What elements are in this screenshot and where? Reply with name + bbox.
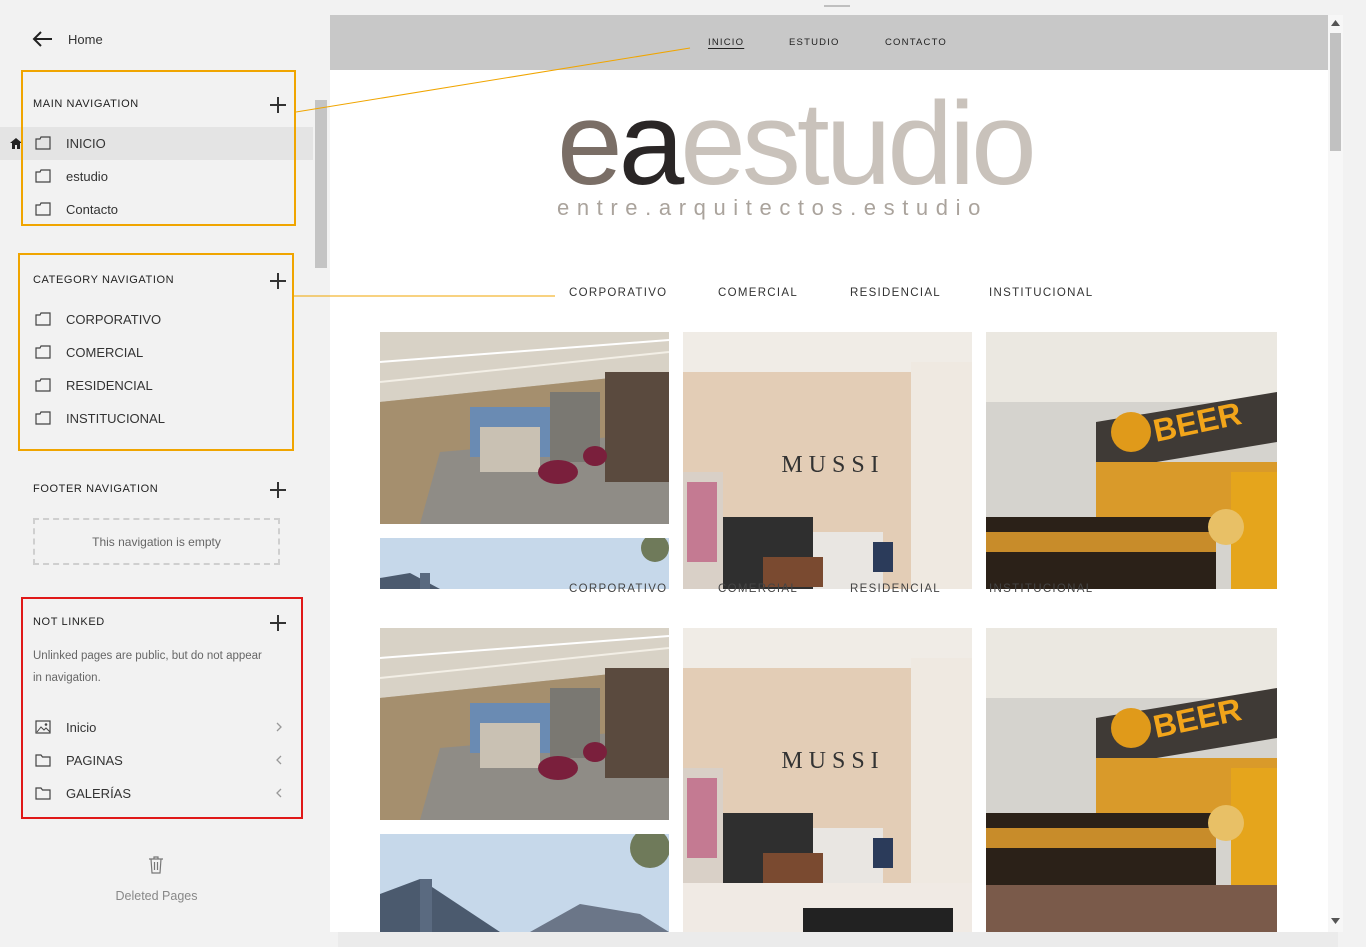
add-category-navigation-button[interactable] — [269, 272, 287, 290]
nav-item-galerias[interactable]: GALERÍAS — [0, 777, 313, 810]
drag-handle[interactable] — [824, 5, 850, 7]
add-footer-navigation-button[interactable] — [269, 481, 287, 499]
nav-item-institucional[interactable]: INSTITUCIONAL — [0, 402, 313, 435]
site-nav-contacto[interactable]: CONTACTO — [885, 37, 947, 48]
photo-beer-bar[interactable]: BEER — [986, 628, 1277, 932]
page-icon — [35, 345, 51, 359]
preview-scrollbar-thumb[interactable] — [1330, 33, 1341, 151]
nav-item-corporativo[interactable]: CORPORATIVO — [0, 303, 313, 336]
nav-item-paginas[interactable]: PAGINAS — [0, 744, 313, 777]
home-icon — [10, 138, 22, 149]
site-nav-estudio[interactable]: ESTUDIO — [789, 37, 840, 48]
main-navigation-title: MAIN NAVIGATION — [33, 98, 139, 110]
nav-item-label: INSTITUCIONAL — [66, 411, 165, 426]
scroll-up-icon[interactable] — [1331, 20, 1340, 26]
arrow-left-icon — [32, 31, 52, 47]
footer-navigation-title: FOOTER NAVIGATION — [33, 483, 159, 495]
add-main-navigation-button[interactable] — [269, 96, 287, 114]
nav-item-label: COMERCIAL — [66, 345, 144, 360]
category-link-institucional[interactable]: INSTITUCIONAL — [989, 287, 1093, 299]
logo-light-text: estudio — [680, 85, 1033, 210]
not-linked-title: NOT LINKED — [33, 616, 105, 628]
page-icon — [35, 169, 51, 183]
not-linked-description: Unlinked pages are public, but do not ap… — [33, 650, 262, 684]
nav-item-estudio[interactable]: estudio — [0, 160, 313, 193]
nav-item-label: PAGINAS — [66, 753, 123, 768]
panel-scrollbar[interactable] — [315, 100, 327, 268]
preview-bottom-bar — [338, 932, 1338, 947]
footer-navigation-empty: This navigation is empty — [33, 518, 280, 565]
nav-item-label: GALERÍAS — [66, 786, 132, 801]
logo-letter-e: e — [557, 85, 619, 210]
nav-item-residencial[interactable]: RESIDENCIAL — [0, 369, 313, 402]
add-not-linked-button[interactable] — [269, 614, 287, 632]
site-header: INICIO ESTUDIO CONTACTO — [330, 15, 1328, 70]
photo-beer-bar[interactable]: BEER — [986, 332, 1277, 589]
nav-item-label: CORPORATIVO — [66, 312, 162, 327]
mussi-sign: MUSSI — [781, 748, 884, 774]
preview-scrollbar[interactable] — [1328, 15, 1343, 932]
page-icon — [35, 136, 51, 150]
site-logo: eaestudio entre.arquitectos.estudio — [557, 85, 1037, 220]
scroll-down-icon[interactable] — [1331, 918, 1340, 924]
chevron-right-icon — [276, 722, 282, 732]
logo-letter-a: a — [619, 85, 685, 210]
nav-item-comercial[interactable]: COMERCIAL — [0, 336, 313, 369]
overlay-category-residencial: RESIDENCIAL — [850, 583, 941, 595]
nav-item-label: Contacto — [66, 202, 119, 217]
site-nav-inicio[interactable]: INICIO — [708, 37, 744, 48]
nav-item-label: estudio — [66, 169, 108, 184]
photo-building-sky[interactable] — [380, 834, 669, 932]
deleted-pages-link[interactable]: Deleted Pages — [0, 889, 313, 903]
nav-item-inicio-gallery[interactable]: Inicio — [0, 711, 313, 744]
folder-icon — [35, 754, 51, 767]
photo-corporate-office[interactable] — [380, 628, 669, 820]
overlay-category-corporativo: CORPORATIVO — [569, 583, 668, 595]
trash-icon[interactable] — [148, 855, 164, 875]
page-icon — [35, 378, 51, 392]
pages-panel: Home MAIN NAVIGATION INICIO estudio Cont… — [0, 0, 330, 947]
page-icon — [35, 411, 51, 425]
logo-dark-text: eaestudio — [557, 85, 1033, 210]
category-link-corporativo[interactable]: CORPORATIVO — [569, 287, 667, 299]
nav-item-label: INICIO — [66, 136, 106, 151]
mussi-sign: MUSSI — [781, 452, 884, 478]
overlay-category-institucional: INSTITUCIONAL — [989, 583, 1094, 595]
site-preview: INICIO ESTUDIO CONTACTO eaestudio entre.… — [330, 15, 1328, 932]
category-navigation-title: CATEGORY NAVIGATION — [33, 274, 175, 286]
category-link-comercial[interactable]: COMERCIAL — [718, 287, 798, 299]
nav-item-inicio[interactable]: INICIO — [0, 127, 313, 160]
photo-mussi-store[interactable]: MUSSI — [683, 332, 972, 589]
empty-navigation-text: This navigation is empty — [92, 534, 221, 549]
logo-tagline: entre.arquitectos.estudio — [557, 195, 988, 220]
back-home-button[interactable]: Home — [32, 28, 103, 50]
gallery-page-icon — [35, 720, 51, 734]
photo-mussi-store[interactable]: MUSSI — [683, 628, 972, 932]
overlay-category-comercial: COMERCIAL — [718, 583, 799, 595]
category-link-residencial[interactable]: RESIDENCIAL — [850, 287, 941, 299]
photo-corporate-office[interactable] — [380, 332, 669, 524]
nav-item-label: Inicio — [66, 720, 97, 735]
page-icon — [35, 312, 51, 326]
chevron-left-icon — [276, 788, 282, 798]
page-icon — [35, 202, 51, 216]
back-label: Home — [68, 31, 103, 47]
chevron-left-icon — [276, 755, 282, 765]
nav-item-contacto[interactable]: Contacto — [0, 193, 313, 226]
folder-icon — [35, 787, 51, 800]
nav-item-label: RESIDENCIAL — [66, 378, 153, 393]
photo-building-sky[interactable] — [380, 538, 669, 589]
